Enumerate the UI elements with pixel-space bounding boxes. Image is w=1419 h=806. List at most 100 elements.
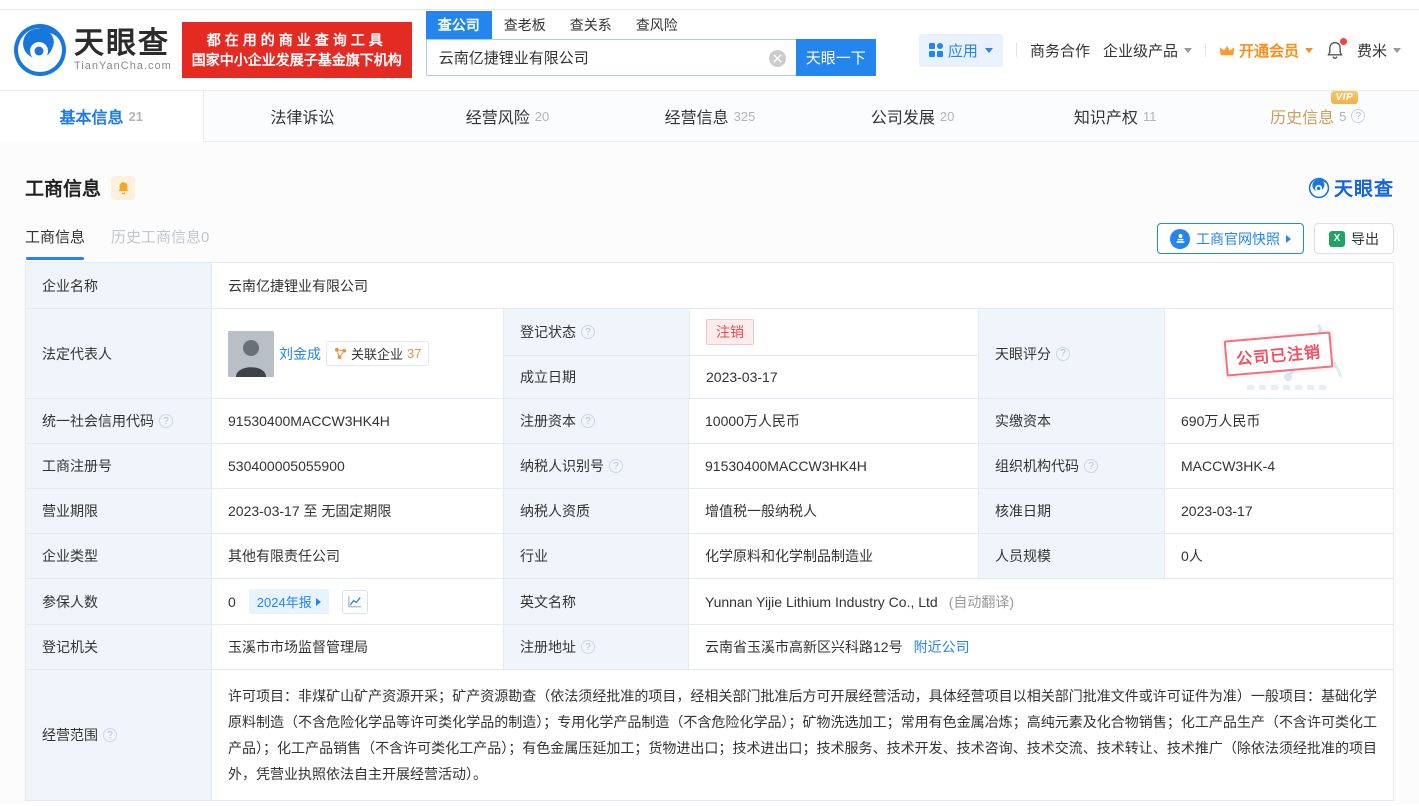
related-companies-badge[interactable]: 关联企业 37 xyxy=(326,341,430,366)
help-icon[interactable] xyxy=(159,414,173,428)
field-label: 登记机关 xyxy=(26,625,211,669)
tab-legal-litigation[interactable]: 法律诉讼 xyxy=(204,91,407,141)
status-cell: 注销 xyxy=(689,309,978,355)
export-button[interactable]: 导出 xyxy=(1314,223,1394,254)
address-cell: 云南省玉溪市高新区兴科路12号 附近公司 xyxy=(688,625,1393,669)
field-value: 增值税一般纳税人 xyxy=(688,489,978,533)
field-value: 2023-03-17 xyxy=(1164,489,1393,533)
field-label: 实缴资本 xyxy=(978,399,1164,443)
table-row: 营业期限 2023-03-17 至 无固定期限 纳税人资质 增值税一般纳税人 核… xyxy=(26,488,1393,533)
field-value: 91530400MACCW3HK4H xyxy=(688,444,978,488)
field-label: 经营范围 xyxy=(26,670,211,800)
clear-search-icon[interactable] xyxy=(768,50,786,67)
main-content: 工商信息 天眼查 工商信息 历史工商信息0 工商官网快照 X 导出 企业名称 云… xyxy=(0,142,1419,804)
official-snapshot-button[interactable]: 工商官网快照 xyxy=(1157,223,1304,254)
stamp-icon xyxy=(1170,228,1190,249)
registry-value: 玉溪市市场监督管理局 xyxy=(211,625,503,669)
help-icon[interactable] xyxy=(581,325,595,339)
tab-basic-info[interactable]: 基本信息 21 xyxy=(0,91,204,142)
legal-rep-link[interactable]: 刘金成 xyxy=(279,344,321,364)
field-label: 纳税人资质 xyxy=(503,489,688,533)
field-label: 纳税人识别号 xyxy=(503,444,688,488)
notifications-bell[interactable] xyxy=(1326,37,1347,60)
field-label: 法定代表人 xyxy=(26,309,211,398)
chevron-down-icon xyxy=(1304,47,1313,53)
field-label: 成立日期 xyxy=(504,356,689,398)
nav-apps[interactable]: 应用 xyxy=(918,33,1003,67)
apps-grid-icon xyxy=(928,43,943,57)
brand-domain: TianYanCha.com xyxy=(74,60,172,72)
tab-operation-risk[interactable]: 经营风险 20 xyxy=(406,91,609,141)
tianyancha-logo-icon xyxy=(1308,177,1330,198)
field-label: 行业 xyxy=(503,534,688,578)
table-row: 法定代表人 刘金成 关联企业 37 登记状态 ? 注销 成立日期 2023-03… xyxy=(26,308,1393,398)
brand-name: 天眼查 xyxy=(74,27,170,60)
chevron-right-icon xyxy=(1286,234,1291,243)
field-label: 企业名称 xyxy=(26,263,211,308)
chevron-down-icon xyxy=(1183,47,1192,53)
field-label: 工商注册号 xyxy=(26,444,211,488)
chevron-down-icon xyxy=(984,47,993,53)
help-icon[interactable] xyxy=(609,459,623,473)
field-label: 天眼评分 xyxy=(978,309,1164,398)
chevron-right-icon xyxy=(315,597,321,606)
search-input[interactable] xyxy=(426,40,796,75)
search-tab-company[interactable]: 查公司 xyxy=(425,11,492,39)
excel-icon xyxy=(1329,230,1345,247)
auto-translate-note: (自动翻译) xyxy=(948,593,1015,610)
nav-enterprise[interactable]: 企业级产品 xyxy=(1103,40,1192,61)
search-tab-risk[interactable]: 查风险 xyxy=(624,11,690,39)
field-label: 营业期限 xyxy=(26,489,211,533)
nav-user-menu[interactable]: 费米 xyxy=(1357,40,1401,61)
page-top-divider xyxy=(0,0,1419,10)
subtab-business-info[interactable]: 工商信息 xyxy=(25,226,85,260)
table-row: 参保人数 0 2024年报 英文名称 Yunnan Yijie Lithium … xyxy=(26,578,1393,624)
slogan-banner: 都在用的商业查询工具 国家中小企业发展子基金旗下机构 xyxy=(181,22,412,78)
tab-history-info[interactable]: 历史信息 VIP 5 xyxy=(1216,91,1419,141)
slogan-line1: 都在用的商业查询工具 xyxy=(206,32,387,48)
nav-divider xyxy=(1204,43,1206,57)
tab-company-development[interactable]: 公司发展 20 xyxy=(811,91,1014,141)
table-row: 工商注册号 530400005055900 纳税人识别号 91530400MAC… xyxy=(26,443,1393,488)
subtab-history-business-info[interactable]: 历史工商信息0 xyxy=(111,226,209,260)
field-label: 统一社会信用代码 xyxy=(26,399,211,443)
field-value: 其他有限责任公司 xyxy=(211,534,503,578)
help-icon[interactable] xyxy=(581,640,595,654)
insured-count-cell: 0 2024年报 xyxy=(211,579,503,624)
monitor-bell-button[interactable] xyxy=(111,175,136,200)
score-cell: 公司已注销 xyxy=(1164,309,1393,398)
search-area: 查公司 查老板 查关系 查风险 天眼一下 xyxy=(425,11,876,76)
nav-open-vip[interactable]: 开通会员 xyxy=(1219,40,1313,61)
business-info-table: 企业名称 云南亿捷锂业有限公司 法定代表人 刘金成 关联企业 37 登记状态 ?… xyxy=(25,262,1394,801)
slogan-line2: 国家中小企业发展子基金旗下机构 xyxy=(191,52,402,68)
help-icon[interactable] xyxy=(1351,109,1366,123)
field-label: 注册地址 xyxy=(503,625,688,669)
status-badge: 注销 xyxy=(706,319,754,345)
legal-rep-avatar[interactable] xyxy=(228,330,274,377)
tianyancha-logo[interactable]: 天眼查 TianYanCha.com xyxy=(12,22,172,78)
help-icon[interactable] xyxy=(103,728,117,742)
annual-report-badge[interactable]: 2024年报 xyxy=(248,589,329,614)
field-label: 企业类型 xyxy=(26,534,211,578)
network-icon xyxy=(334,347,347,360)
bell-icon xyxy=(118,181,128,194)
table-row: 经营范围 许可项目：非煤矿山矿产资源开采；矿产资源勘查（依法须经批准的项目，经相… xyxy=(26,669,1393,800)
trend-chart-button[interactable] xyxy=(341,589,368,614)
crown-icon xyxy=(1219,45,1235,55)
nearby-companies-link[interactable]: 附近公司 xyxy=(914,637,970,657)
chevron-down-icon xyxy=(1393,47,1401,53)
field-value: 2023-03-17 至 无固定期限 xyxy=(211,489,503,533)
help-icon[interactable] xyxy=(1084,459,1098,473)
help-icon[interactable] xyxy=(581,414,595,428)
business-scope-value: 许可项目：非煤矿山矿产资源开采；矿产资源勘查（依法须经批准的项目，经相关部门批准… xyxy=(211,670,1393,800)
company-tab-bar: 基本信息 21 法律诉讼 经营风险 20 经营信息 325 公司发展 20 知识产权 11… xyxy=(0,90,1419,142)
tab-intellectual-property[interactable]: 知识产权 11 xyxy=(1014,91,1217,141)
nav-cooperation[interactable]: 商务合作 xyxy=(1030,40,1090,61)
search-tab-boss[interactable]: 查老板 xyxy=(492,11,558,39)
tab-business-info[interactable]: 经营信息 325 xyxy=(609,91,812,141)
search-button[interactable]: 天眼一下 xyxy=(795,39,876,76)
section-title: 工商信息 xyxy=(25,179,102,200)
field-value: 91530400MACCW3HK4H xyxy=(211,399,503,443)
search-tab-relation[interactable]: 查关系 xyxy=(558,11,624,39)
help-icon[interactable] xyxy=(1056,346,1070,361)
